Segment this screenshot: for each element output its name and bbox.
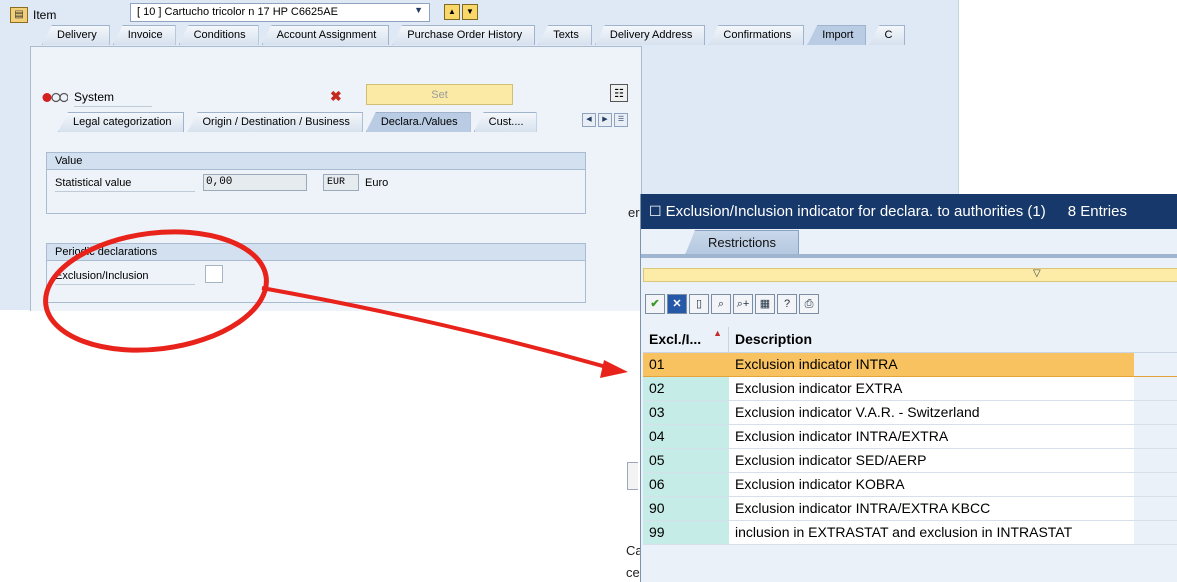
tab-restrictions[interactable]: Restrictions [685, 230, 799, 255]
new-icon[interactable]: ▯ [689, 294, 709, 314]
system-label: System [74, 90, 152, 107]
tab-c[interactable]: C [869, 25, 906, 45]
cancel-icon[interactable]: ✖ [330, 88, 342, 105]
table-header: Excl./I... ▲ Description [643, 327, 1177, 353]
statistical-value-input[interactable]: 0,00 [203, 174, 307, 191]
tab-invoice[interactable]: Invoice [112, 25, 176, 45]
restrictions-splitter[interactable] [643, 268, 1177, 282]
next-item-button[interactable]: ▼ [462, 4, 478, 20]
currency-name: Euro [365, 177, 389, 189]
row-description: Exclusion indicator INTRA/EXTRA KBCC [729, 497, 1134, 520]
cancel-dialog-icon[interactable]: ✕ [667, 294, 687, 314]
help-icon[interactable]: ? [777, 294, 797, 314]
value-group: Value Statistical value 0,00 EUR Euro [46, 152, 586, 214]
tab-scroll-controls: ◀ ▶ ☰ [582, 113, 628, 127]
popup-toolbar: ✔ ✕ ▯ ⌕ ⌕+ ▦ ? ⎙ [645, 294, 819, 314]
row-code: 90 [643, 497, 729, 520]
item-icon[interactable]: ▤ [10, 7, 28, 23]
tab-conditions[interactable]: Conditions [178, 25, 259, 45]
print-icon[interactable]: ⎙ [799, 294, 819, 314]
popup-entry-count: 8 Entries [1067, 203, 1127, 220]
row-code: 05 [643, 449, 729, 472]
popup-title: Exclusion/Inclusion indicator for declar… [665, 203, 1046, 220]
periodic-declarations-group: Periodic declarations Exclusion/Inclusio… [46, 243, 586, 303]
column-header-code[interactable]: Excl./I... ▲ [643, 327, 729, 352]
config-icon[interactable]: ☷ [610, 84, 628, 102]
previous-item-button[interactable]: ▲ [444, 4, 460, 20]
tab-delivery-address[interactable]: Delivery Address [594, 25, 706, 45]
table-row[interactable]: 05 Exclusion indicator SED/AERP [643, 449, 1177, 473]
popup-title-bar: ☐ Exclusion/Inclusion indicator for decla… [641, 194, 1177, 229]
value-group-header: Value [47, 153, 585, 170]
table-body: 01 Exclusion indicator INTRA 02 Exclusion i… [643, 353, 1177, 545]
column-header-code-label: Excl./I... [649, 331, 702, 347]
background-fragment: ce [626, 565, 640, 580]
subtab-legal-categorization[interactable]: Legal categorization [58, 112, 185, 132]
row-description: Exclusion indicator EXTRA [729, 377, 1134, 400]
row-description: inclusion in EXTRASTAT and exclusion in … [729, 521, 1134, 544]
value-help-popup: ☐ Exclusion/Inclusion indicator for decla… [640, 194, 1177, 582]
tab-import[interactable]: Import [807, 25, 867, 45]
system-status-icon [42, 92, 68, 103]
tab-purchase-order-history[interactable]: Purchase Order History [392, 25, 536, 45]
popup-window-icon: ☐ [649, 203, 662, 219]
statistical-value-label: Statistical value [55, 177, 195, 192]
row-description: Exclusion indicator V.A.R. - Switzerland [729, 401, 1134, 424]
table-row[interactable]: 04 Exclusion indicator INTRA/EXTRA [643, 425, 1177, 449]
periodic-group-header: Periodic declarations [47, 244, 585, 261]
scroll-left-icon[interactable]: ◀ [582, 113, 596, 127]
table-row[interactable]: 99 inclusion in EXTRASTAT and exclusion i… [643, 521, 1177, 545]
row-code: 03 [643, 401, 729, 424]
import-subtabs: Legal categorization Origin / Destination… [58, 112, 540, 132]
tab-confirmations[interactable]: Confirmations [708, 25, 805, 45]
table-row[interactable]: 06 Exclusion indicator KOBRA [643, 473, 1177, 497]
background-button-fragment [627, 462, 638, 490]
chevron-down-icon: ▼ [414, 5, 423, 15]
row-description: Exclusion indicator SED/AERP [729, 449, 1134, 472]
annotation-arrowhead [600, 360, 628, 378]
row-description: Exclusion indicator INTRA [729, 353, 1134, 376]
exclusion-inclusion-label: Exclusion/Inclusion [55, 270, 195, 285]
tab-delivery[interactable]: Delivery [42, 25, 110, 45]
item-select-value: [ 10 ] Cartucho tricolor n 17 HP C6625AE [137, 6, 338, 18]
splitter-handle-icon[interactable]: ▽ [1033, 268, 1041, 279]
currency-input[interactable]: EUR [323, 174, 359, 191]
row-code: 02 [643, 377, 729, 400]
item-label: Item [33, 8, 57, 22]
scroll-right-icon[interactable]: ▶ [598, 113, 612, 127]
select-icon[interactable]: ▦ [755, 294, 775, 314]
row-code: 06 [643, 473, 729, 496]
tab-account-assignment[interactable]: Account Assignment [261, 25, 390, 45]
exclusion-inclusion-field[interactable] [205, 265, 223, 283]
set-button[interactable]: Set [366, 84, 513, 105]
subtab-origin-destination-business[interactable]: Origin / Destination / Business [187, 112, 363, 132]
entries-table: Excl./I... ▲ Description 01 Exclusion ind… [643, 327, 1177, 545]
row-code: 04 [643, 425, 729, 448]
row-code: 01 [643, 353, 729, 376]
row-description: Exclusion indicator KOBRA [729, 473, 1134, 496]
tab-strip-bar [641, 254, 1177, 258]
find-icon[interactable]: ⌕ [711, 294, 731, 314]
check-icon[interactable]: ✔ [645, 294, 665, 314]
table-row[interactable]: 01 Exclusion indicator INTRA [643, 353, 1177, 377]
row-code: 99 [643, 521, 729, 544]
table-row[interactable]: 03 Exclusion indicator V.A.R. - Switzerla… [643, 401, 1177, 425]
sort-ascending-icon: ▲ [713, 328, 722, 338]
row-description: Exclusion indicator INTRA/EXTRA [729, 425, 1134, 448]
background-fragment: er [628, 205, 640, 220]
item-tabs: Delivery Invoice Conditions Account Assignm… [42, 25, 908, 47]
table-row[interactable]: 90 Exclusion indicator INTRA/EXTRA KBCC [643, 497, 1177, 521]
subtab-declara-values[interactable]: Declara./Values [365, 112, 471, 132]
table-row[interactable]: 02 Exclusion indicator EXTRA [643, 377, 1177, 401]
subtab-cust-[interactable]: Cust.... [473, 112, 537, 132]
tab-texts[interactable]: Texts [538, 25, 592, 45]
find-next-icon[interactable]: ⌕+ [733, 294, 753, 314]
item-select[interactable]: [ 10 ] Cartucho tricolor n 17 HP C6625AE… [130, 3, 430, 22]
column-header-description[interactable]: Description [729, 327, 812, 352]
tab-list-icon[interactable]: ☰ [614, 113, 628, 127]
